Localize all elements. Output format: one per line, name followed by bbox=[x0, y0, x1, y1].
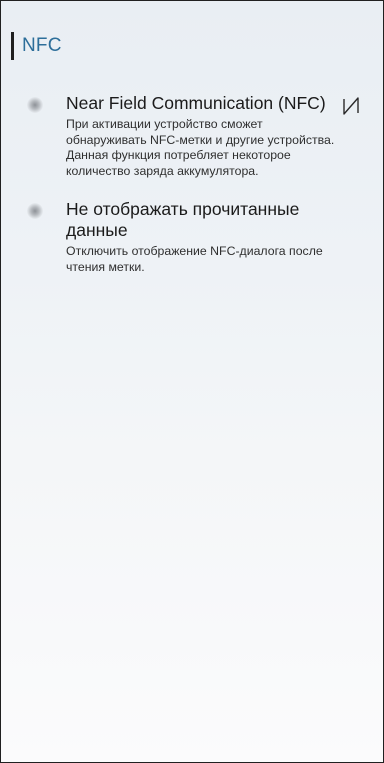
setting-hide-read-data-title: Не отображать прочитанные данные bbox=[66, 199, 300, 240]
setting-nfc-toggle-indicator[interactable] bbox=[27, 97, 43, 113]
settings-list: Near Field Communication (NFC) При актив… bbox=[1, 93, 383, 275]
nfc-icon bbox=[343, 97, 359, 115]
setting-nfc-title: Near Field Communication (NFC) bbox=[66, 93, 326, 113]
setting-hide-read-data-description: Отключить отображение NFC-диалога после … bbox=[66, 244, 323, 274]
setting-nfc[interactable]: Near Field Communication (NFC) При актив… bbox=[1, 93, 383, 179]
setting-hide-read-data[interactable]: Не отображать прочитанные данные Отключи… bbox=[1, 199, 383, 275]
screen: NFC Near Field Communication (NFC) При а… bbox=[0, 0, 384, 763]
setting-nfc-description: При активации устройство сможет обнаружи… bbox=[66, 117, 335, 178]
title-accent-bar bbox=[11, 32, 14, 60]
page-header: NFC bbox=[1, 29, 62, 63]
page-title: NFC bbox=[22, 35, 62, 56]
setting-hide-read-data-toggle-indicator[interactable] bbox=[27, 203, 43, 219]
